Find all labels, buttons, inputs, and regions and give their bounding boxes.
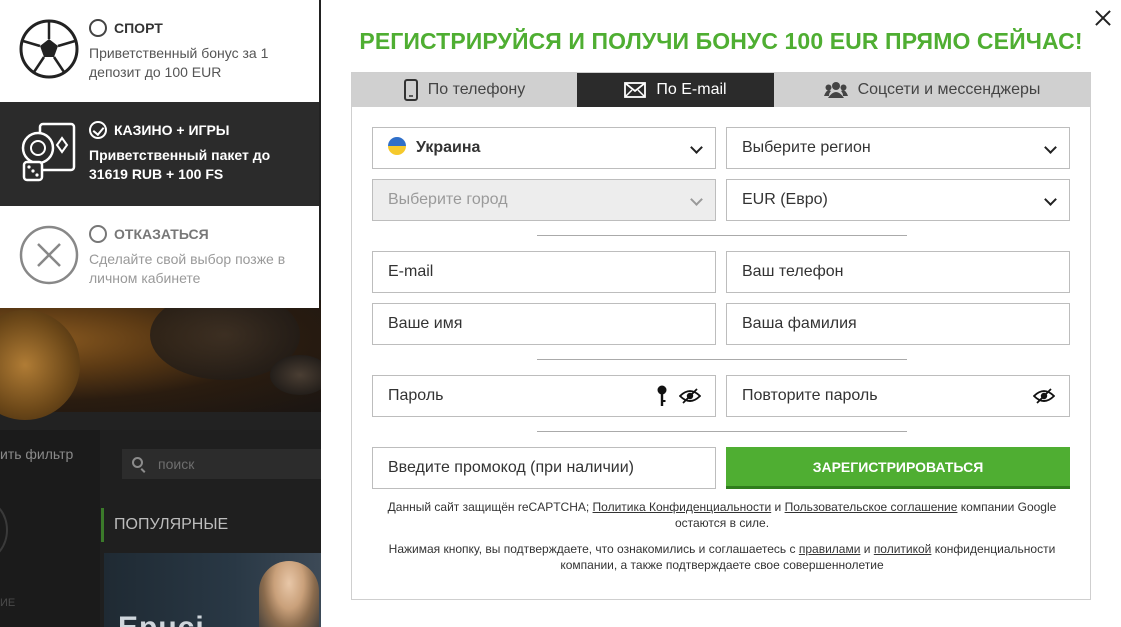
chevron-down-icon xyxy=(1044,141,1057,154)
tab-phone[interactable]: По телефону xyxy=(352,73,577,107)
bonus-title-decline: ОТКАЗАТЬСЯ xyxy=(114,226,209,242)
bonus-desc-decline: Сделайте свой выбор позже в личном кабин… xyxy=(89,251,286,286)
promo-code-field[interactable]: Введите промокод (при наличии) xyxy=(372,447,716,489)
region-placeholder: Выберите регион xyxy=(742,139,871,156)
eye-hidden-icon[interactable] xyxy=(679,388,701,404)
users-icon xyxy=(823,82,848,98)
envelope-icon xyxy=(624,82,647,98)
password-placeholder: Пароль xyxy=(388,387,444,404)
consent-text: Нажимая кнопку, вы подтверждаете, что оз… xyxy=(388,542,796,556)
soccer-ball-icon xyxy=(19,19,79,79)
recaptcha-text: Данный сайт защищён reCAPTCHA; xyxy=(387,500,590,514)
chevron-down-icon xyxy=(690,193,703,206)
email-field[interactable]: E-mail xyxy=(372,251,716,293)
bonus-title-sport: СПОРТ xyxy=(114,20,163,36)
region-select[interactable]: Выберите регион xyxy=(726,127,1070,169)
recaptcha-and: и xyxy=(774,500,782,514)
filter-link[interactable]: ить фильтр xyxy=(0,446,73,462)
side-label: ИЕ xyxy=(0,597,16,609)
bonus-radio-casino-checked[interactable] xyxy=(89,121,107,139)
popular-category-tab[interactable]: ПОПУЛЯРНЫЕ xyxy=(101,508,228,542)
bonus-option-casino[interactable]: КАЗИНО + ИГРЫ Приветственный пакет до 31… xyxy=(0,102,319,206)
phone-icon xyxy=(403,79,418,101)
casino-cards-icon xyxy=(21,122,76,182)
divider xyxy=(537,359,907,360)
bonus-selection-panel: СПОРТ Приветственный бонус за 1 депозит … xyxy=(0,0,319,308)
registration-form: По телефону По E-mail Соцсети и мессендж… xyxy=(351,72,1091,600)
casino-chip-image xyxy=(0,310,80,420)
recaptcha-note: Данный сайт защищён reCAPTCHA; Политика … xyxy=(382,499,1062,531)
close-icon[interactable] xyxy=(1091,6,1115,30)
bonus-title-casino: КАЗИНО + ИГРЫ xyxy=(114,122,230,138)
city-placeholder: Выберите город xyxy=(388,191,508,208)
divider xyxy=(537,235,907,236)
surname-placeholder: Ваша фамилия xyxy=(742,315,857,332)
modal-title: РЕГИСТРИРУЙСЯ И ПОЛУЧИ БОНУС 100 EUR ПРЯ… xyxy=(359,28,1083,54)
casino-banner-image xyxy=(0,290,321,420)
currency-select[interactable]: EUR (Евро) xyxy=(726,179,1070,221)
ukraine-flag-icon xyxy=(388,137,406,155)
bonus-radio-sport[interactable] xyxy=(89,19,107,37)
casino-chip-image xyxy=(270,355,321,395)
bonus-radio-decline[interactable] xyxy=(89,225,107,243)
key-icon[interactable] xyxy=(657,385,667,407)
repeat-password-placeholder: Повторите пароль xyxy=(742,387,878,404)
bonus-desc-casino: Приветственный пакет до 31619 RUB + 100 … xyxy=(89,147,271,182)
search-icon xyxy=(132,457,143,468)
chevron-down-icon xyxy=(690,141,703,154)
first-name-field[interactable]: Ваше имя xyxy=(372,303,716,345)
rules-link[interactable]: правилами xyxy=(799,542,861,556)
consent-and: и xyxy=(863,542,871,556)
last-name-field[interactable]: Ваша фамилия xyxy=(726,303,1070,345)
chevron-down-icon xyxy=(1044,193,1057,206)
register-button[interactable]: ЗАРЕГИСТРИРОВАТЬСЯ xyxy=(726,447,1070,489)
bonus-option-decline[interactable]: ОТКАЗАТЬСЯ Сделайте свой выбор позже в л… xyxy=(0,206,319,308)
name-placeholder: Ваше имя xyxy=(388,315,463,332)
phone-field[interactable]: Ваш телефон xyxy=(726,251,1070,293)
city-select[interactable]: Выберите город xyxy=(372,179,716,221)
registration-tabs: По телефону По E-mail Соцсети и мессендж… xyxy=(352,73,1090,107)
repeat-password-field[interactable]: Повторите пароль xyxy=(726,375,1070,417)
tab-social-label: Соцсети и мессенджеры xyxy=(857,81,1041,98)
game-card-title: Epuci xyxy=(118,611,205,627)
privacy-policy-link[interactable]: Политика Конфиденциальности xyxy=(593,500,772,514)
divider xyxy=(537,431,907,432)
consent-note: Нажимая кнопку, вы подтверждаете, что оз… xyxy=(382,541,1062,573)
game-card[interactable]: Epuci xyxy=(104,553,321,627)
promo-placeholder: Введите промокод (при наличии) xyxy=(388,459,634,476)
registration-modal: РЕГИСТРИРУЙСЯ И ПОЛУЧИ БОНУС 100 EUR ПРЯ… xyxy=(321,0,1121,627)
game-host-image xyxy=(259,561,319,627)
phone-placeholder: Ваш телефон xyxy=(742,263,844,280)
decline-x-icon xyxy=(19,225,79,285)
search-placeholder: поиск xyxy=(158,456,195,472)
bonus-desc-sport: Приветственный бонус за 1 депозит до 100… xyxy=(89,45,269,80)
email-placeholder: E-mail xyxy=(388,263,434,280)
tab-email[interactable]: По E-mail xyxy=(577,73,774,107)
games-search-input[interactable]: поиск xyxy=(122,449,321,479)
privacy-link[interactable]: политикой xyxy=(874,542,932,556)
password-field[interactable]: Пароль xyxy=(372,375,716,417)
country-select[interactable]: Украина xyxy=(372,127,716,169)
terms-link[interactable]: Пользовательское соглашение xyxy=(785,500,958,514)
tab-email-label: По E-mail xyxy=(656,81,727,98)
currency-value: EUR (Евро) xyxy=(742,191,828,208)
country-value: Украина xyxy=(416,139,481,156)
eye-hidden-icon[interactable] xyxy=(1033,388,1055,404)
tab-social[interactable]: Соцсети и мессенджеры xyxy=(774,73,1090,107)
bonus-option-sport[interactable]: СПОРТ Приветственный бонус за 1 депозит … xyxy=(0,0,319,102)
tab-phone-label: По телефону xyxy=(427,81,526,98)
